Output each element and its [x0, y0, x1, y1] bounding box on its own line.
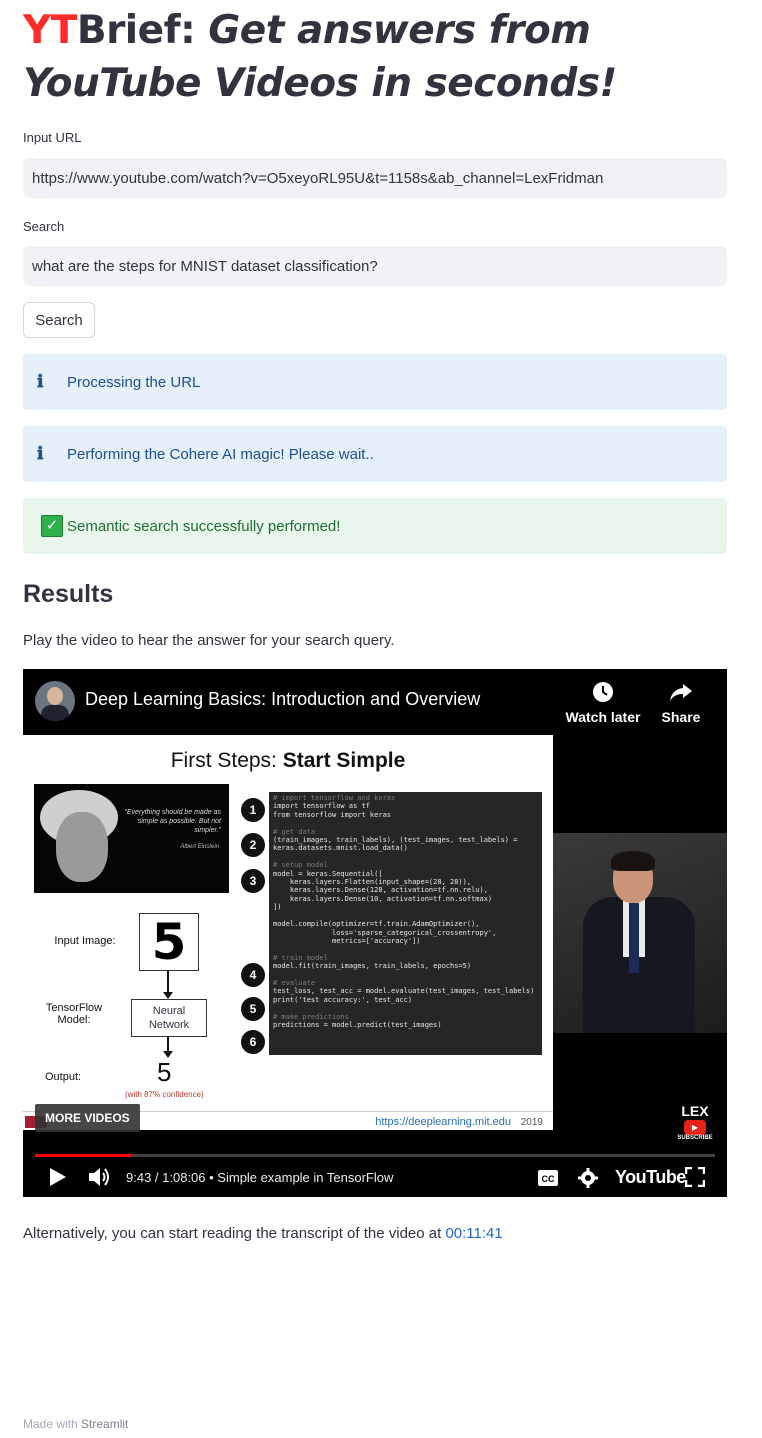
input-digit-image: 5 [139, 913, 199, 971]
transcript-hint: Alternatively, you can start reading the… [23, 1225, 503, 1242]
results-intro: Play the video to hear the answer for yo… [23, 632, 395, 649]
alert-processing: ℹ Processing the URL [23, 354, 727, 410]
captions-icon[interactable]: CC [537, 1169, 559, 1192]
clock-icon [563, 681, 643, 709]
footer-made-with: Made with [23, 1417, 78, 1431]
input-image-label: Input Image: [54, 935, 116, 947]
channel-watermark[interactable]: LEX ▶ SUBSCRIBE [673, 1103, 717, 1141]
code-snippet: # import tensorflow and keras import ten… [269, 792, 542, 1055]
channel-avatar[interactable] [35, 681, 75, 721]
step-badge: 3 [241, 869, 265, 893]
title-brand-red: YT [23, 8, 77, 53]
fullscreen-icon[interactable] [684, 1166, 706, 1192]
slide-title: First Steps: Start Simple [170, 749, 406, 772]
step-badge: 6 [241, 1030, 265, 1054]
volume-icon[interactable] [87, 1165, 113, 1194]
channel-badge: LEX [681, 1103, 709, 1119]
title-brand-rest: Brief: [76, 8, 196, 53]
youtube-logo[interactable]: YouTube [615, 1167, 686, 1188]
einstein-quote: "Everything should be made as simple as … [124, 809, 221, 834]
neural-network-box: Neural Network [131, 999, 207, 1037]
search-input-value: what are the steps for MNIST dataset cla… [32, 257, 378, 275]
svg-text:CC: CC [542, 1174, 555, 1184]
alert-cohere: ℹ Performing the Cohere AI magic! Please… [23, 426, 727, 482]
share-button[interactable]: Share [655, 681, 707, 725]
slide-year: 2019 [520, 1117, 543, 1128]
url-input[interactable]: https://www.youtube.com/watch?v=O5xeyoRL… [23, 158, 727, 198]
step-badge: 2 [241, 833, 265, 857]
search-button[interactable]: Search [23, 302, 95, 338]
alert-text: Processing the URL [67, 373, 201, 391]
search-input[interactable]: what are the steps for MNIST dataset cla… [23, 246, 727, 286]
time-display: 9:43 / 1:08:06 • Simple example in Tenso… [126, 1170, 394, 1185]
share-label: Share [661, 709, 701, 725]
step-badge: 5 [241, 997, 265, 1021]
output-digit: 5 [157, 1057, 172, 1087]
results-heading: Results [23, 580, 114, 608]
einstein-photo: "Everything should be made as simple as … [34, 784, 229, 893]
video-frame-slide: First Steps: Start Simple "Everything sh… [23, 735, 553, 1130]
info-icon: ℹ [37, 372, 44, 392]
watch-later-label: Watch later [565, 709, 641, 725]
arrow-down-icon [163, 992, 173, 999]
youtube-play-icon: ▶ [684, 1120, 706, 1135]
slide-url: https://deeplearning.mit.edu [375, 1116, 511, 1128]
alert-text: Semantic search successfully performed! [67, 517, 341, 535]
youtube-player[interactable]: Deep Learning Basics: Introduction and O… [23, 669, 727, 1197]
alert-text: Performing the Cohere AI magic! Please w… [67, 445, 374, 463]
info-icon: ℹ [37, 444, 44, 464]
progress-played [35, 1154, 133, 1157]
play-icon[interactable] [47, 1165, 69, 1194]
check-mark-icon: ✓ [41, 515, 63, 537]
step-badge: 4 [241, 963, 265, 987]
timestamp-link[interactable]: 00:11:41 [445, 1225, 502, 1242]
confidence-text: (with 87% confidence) [125, 1090, 204, 1099]
alert-success: ✓ Semantic search successfully performed… [23, 498, 727, 554]
search-label: Search [23, 219, 65, 234]
share-arrow-icon [655, 681, 707, 709]
tensorflow-model-label: TensorFlow Model: [45, 1002, 103, 1026]
player-controls: 9:43 / 1:08:06 • Simple example in Tenso… [23, 1161, 727, 1197]
url-input-value: https://www.youtube.com/watch?v=O5xeyoRL… [32, 169, 604, 187]
arrow-line [167, 1036, 169, 1052]
output-label: Output: [45, 1071, 82, 1083]
video-title[interactable]: Deep Learning Basics: Introduction and O… [85, 689, 480, 710]
chapter-title[interactable]: • Simple example in TensorFlow [209, 1170, 393, 1185]
step-badge: 1 [241, 798, 265, 822]
lecturer-inset [553, 833, 727, 1033]
more-videos-button[interactable]: MORE VIDEOS [35, 1104, 140, 1132]
progress-bar[interactable] [35, 1154, 715, 1157]
streamlit-link[interactable]: Streamlit [81, 1417, 128, 1431]
url-label: Input URL [23, 130, 82, 145]
page-title: YTBrief: Get answers from YouTube Videos… [23, 4, 727, 110]
quote-author: Albert Einstein [180, 844, 219, 850]
arrow-line [167, 971, 169, 993]
subscribe-label: SUBSCRIBE [677, 1135, 713, 1141]
settings-gear-icon[interactable] [577, 1167, 599, 1194]
watch-later-button[interactable]: Watch later [563, 681, 643, 725]
footer: Made with Streamlit [23, 1417, 128, 1431]
